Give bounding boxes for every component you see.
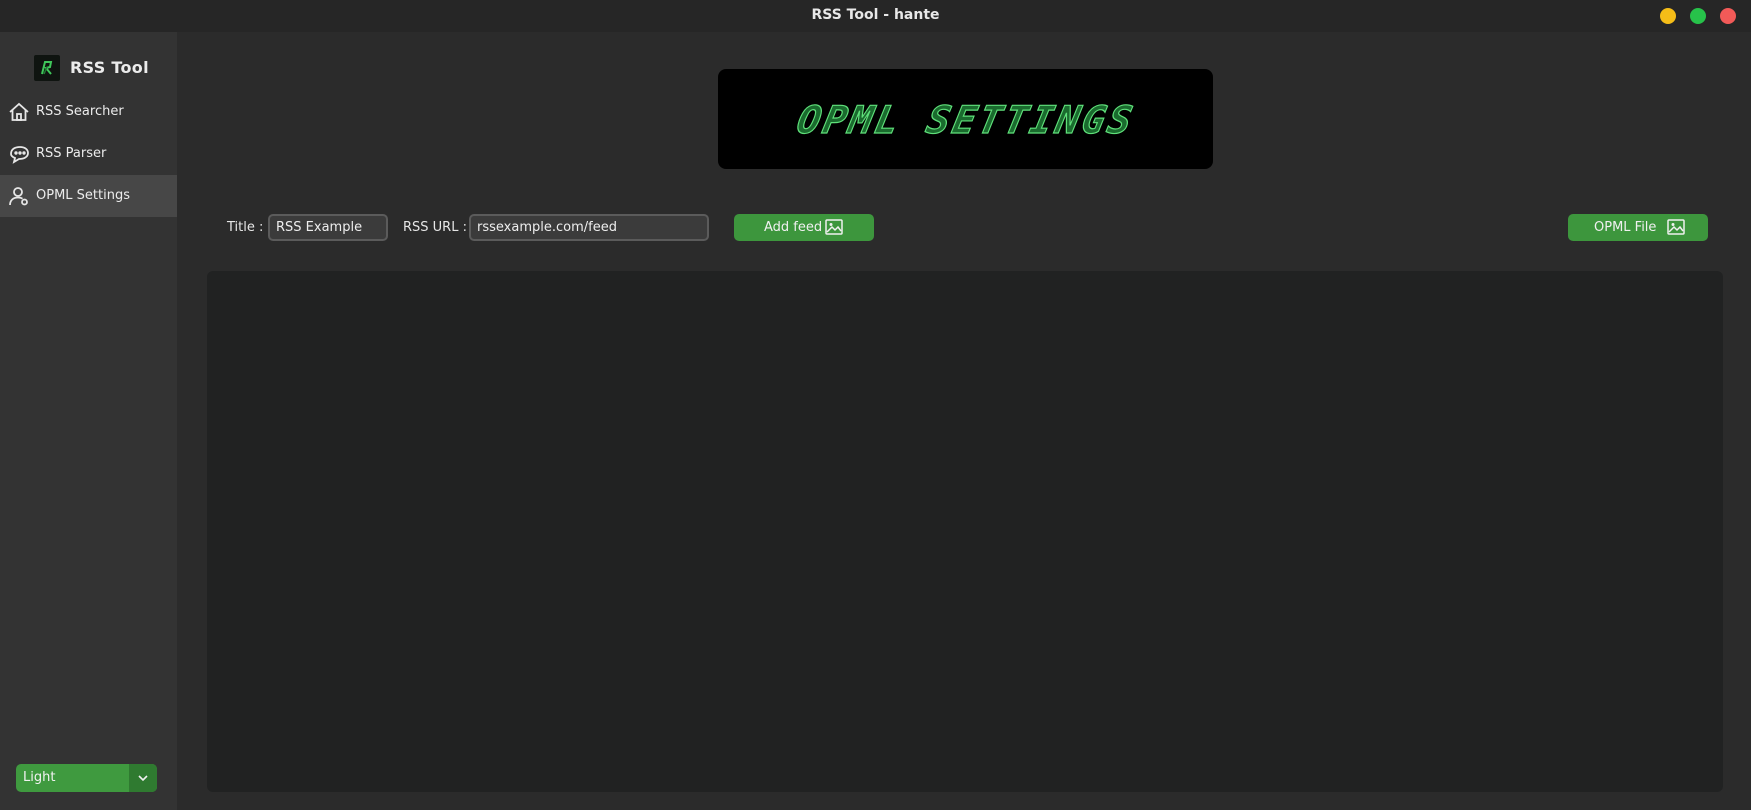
app-logo-icon — [34, 55, 60, 81]
theme-value: Light — [23, 770, 56, 785]
window-title: RSS Tool - hante — [811, 7, 940, 23]
title-input[interactable] — [268, 214, 388, 241]
chat-icon — [8, 143, 30, 165]
sidebar-item-label: RSS Parser — [36, 146, 107, 161]
sidebar-item-opml-settings[interactable]: OPML Settings — [0, 175, 177, 217]
image-icon — [1667, 219, 1685, 235]
sidebar-item-rss-searcher[interactable]: RSS Searcher — [0, 91, 177, 133]
add-feed-button[interactable]: Add feed — [734, 214, 874, 241]
opml-file-button[interactable]: OPML File — [1568, 214, 1708, 241]
title-label: Title : — [227, 220, 264, 235]
banner-title: OPML SETTINGS — [793, 98, 1139, 143]
rss-url-input[interactable] — [469, 214, 709, 241]
window-titlebar: RSS Tool - hante — [0, 0, 1751, 32]
image-icon — [825, 219, 843, 235]
minimize-button[interactable] — [1660, 8, 1676, 24]
opml-file-button-label: OPML File — [1594, 220, 1657, 235]
add-feed-button-label: Add feed — [764, 220, 823, 235]
home-icon — [8, 101, 30, 123]
sidebar: RSS Tool RSS Searcher RSS Parser OPML Se… — [0, 32, 177, 810]
theme-dropdown[interactable]: Light — [16, 764, 157, 792]
rss-url-label: RSS URL : — [403, 220, 467, 235]
feed-list-panel — [207, 271, 1723, 792]
brand-name: RSS Tool — [70, 58, 149, 77]
page-banner: OPML SETTINGS — [718, 69, 1213, 169]
sidebar-item-label: RSS Searcher — [36, 104, 124, 119]
sidebar-item-label: OPML Settings — [36, 188, 130, 203]
chevron-down-icon[interactable] — [129, 764, 157, 792]
sidebar-item-rss-parser[interactable]: RSS Parser — [0, 133, 177, 175]
user-icon — [8, 185, 30, 207]
maximize-button[interactable] — [1690, 8, 1706, 24]
close-button[interactable] — [1720, 8, 1736, 24]
